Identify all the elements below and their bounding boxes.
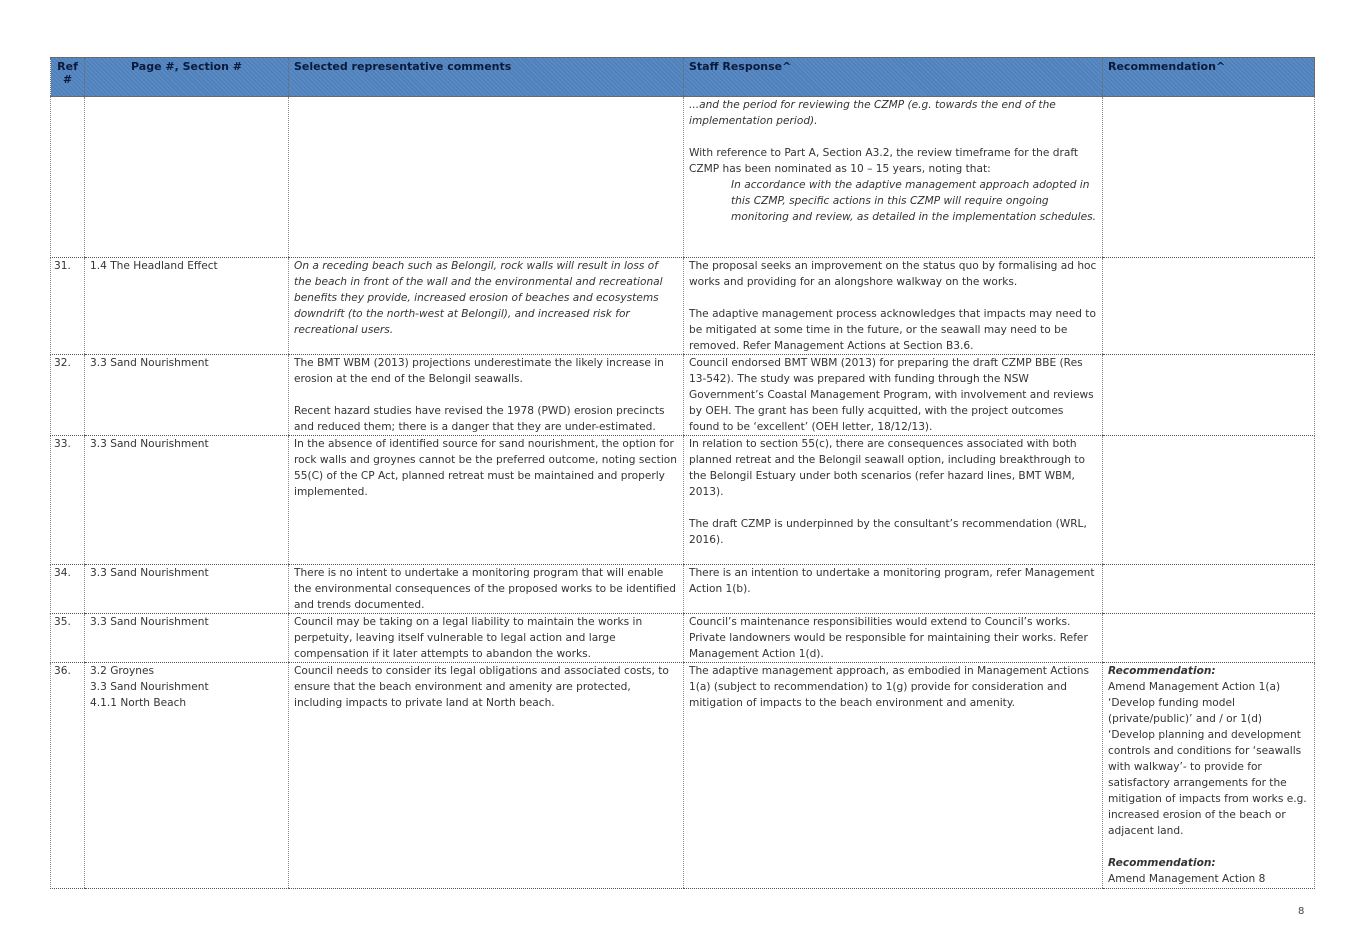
section-line: 3.2 Groynes xyxy=(90,665,155,677)
cell-section: 3.2 Groynes 3.3 Sand Nourishment 4.1.1 N… xyxy=(84,662,289,889)
cell-response: The adaptive management approach, as emb… xyxy=(683,662,1103,889)
cell-comment: The BMT WBM (2013) projections underesti… xyxy=(288,354,684,436)
cell-comment: On a receding beach such as Belongil, ro… xyxy=(288,257,684,355)
comment-paragraph: Council needs to consider its legal obli… xyxy=(294,665,669,709)
cell-recommendation xyxy=(1102,96,1315,258)
comment-paragraph: On a receding beach such as Belongil, ro… xyxy=(294,260,663,336)
cell-response: ...and the period for reviewing the CZMP… xyxy=(683,96,1103,258)
table-row: 32. 3.3 Sand Nourishment The BMT WBM (20… xyxy=(50,354,1315,436)
section-line: 3.3 Sand Nourishment xyxy=(90,616,209,628)
cell-ref: 35. xyxy=(50,613,85,663)
section-line: 3.3 Sand Nourishment xyxy=(90,681,209,693)
section-line: 4.1.1 North Beach xyxy=(90,697,187,709)
header-recommendation: Recommendation^ xyxy=(1102,57,1315,97)
recommendation-heading: Recommendation: xyxy=(1108,857,1216,869)
response-paragraph: The proposal seeks an improvement on the… xyxy=(689,260,1097,288)
cell-response: The proposal seeks an improvement on the… xyxy=(683,257,1103,355)
cell-section: 3.3 Sand Nourishment xyxy=(84,564,289,614)
comment-paragraph: The BMT WBM (2013) projections underesti… xyxy=(294,357,664,385)
table-row: 36. 3.2 Groynes 3.3 Sand Nourishment 4.1… xyxy=(50,662,1315,889)
cell-section xyxy=(84,96,289,258)
cell-section: 3.3 Sand Nourishment xyxy=(84,354,289,436)
cell-comment xyxy=(288,96,684,258)
cell-comment: There is no intent to undertake a monito… xyxy=(288,564,684,614)
cell-comment: Council may be taking on a legal liabili… xyxy=(288,613,684,663)
cell-section: 1.4 The Headland Effect xyxy=(84,257,289,355)
response-paragraph: With reference to Part A, Section A3.2, … xyxy=(689,147,1079,175)
section-line: 3.3 Sand Nourishment xyxy=(90,567,209,579)
header-staff-response: Staff Response^ xyxy=(683,57,1103,97)
comments-table-sheet: Ref # Page #, Section # Selected represe… xyxy=(50,57,1315,889)
table-row: 34. 3.3 Sand Nourishment There is no int… xyxy=(50,564,1315,614)
page-number: 8 xyxy=(1298,906,1305,917)
cell-recommendation: Recommendation: Amend Management Action … xyxy=(1102,662,1315,889)
cell-comment: Council needs to consider its legal obli… xyxy=(288,662,684,889)
cell-response: Council endorsed BMT WBM (2013) for prep… xyxy=(683,354,1103,436)
cell-comment: In the absence of identified source for … xyxy=(288,435,684,565)
cell-recommendation xyxy=(1102,435,1315,565)
table-row: 33. 3.3 Sand Nourishment In the absence … xyxy=(50,435,1315,565)
table-header-row: Ref # Page #, Section # Selected represe… xyxy=(50,57,1315,97)
cell-ref: 33. xyxy=(50,435,85,565)
cell-recommendation xyxy=(1102,613,1315,663)
cell-response: Council’s maintenance responsibilities w… xyxy=(683,613,1103,663)
response-paragraph: Council’s maintenance responsibilities w… xyxy=(689,616,1088,660)
section-line: 3.3 Sand Nourishment xyxy=(90,357,209,369)
recommendation-text: Amend Management Action 1(a) ‘Develop fu… xyxy=(1108,681,1307,837)
response-paragraph: In relation to section 55(c), there are … xyxy=(689,438,1086,498)
cell-recommendation xyxy=(1102,354,1315,436)
recommendation-heading: Recommendation: xyxy=(1108,665,1216,677)
header-comments: Selected representative comments xyxy=(288,57,684,97)
response-paragraph: The adaptive management process acknowle… xyxy=(689,308,1096,352)
comment-paragraph: Council may be taking on a legal liabili… xyxy=(294,616,643,660)
response-paragraph: Council endorsed BMT WBM (2013) for prep… xyxy=(689,357,1094,433)
cell-ref xyxy=(50,96,85,258)
response-quote: In accordance with the adaptive manageme… xyxy=(731,179,1097,223)
table-row: 31. 1.4 The Headland Effect On a recedin… xyxy=(50,257,1315,355)
cell-ref: 36. xyxy=(50,662,85,889)
section-line: 1.4 The Headland Effect xyxy=(90,260,218,272)
section-line: 3.3 Sand Nourishment xyxy=(90,438,209,450)
response-paragraph: The adaptive management approach, as emb… xyxy=(689,665,1089,709)
cell-response: In relation to section 55(c), there are … xyxy=(683,435,1103,565)
response-paragraph: ...and the period for reviewing the CZMP… xyxy=(689,99,1056,127)
header-page-section: Page #, Section # xyxy=(84,57,289,97)
comment-paragraph: In the absence of identified source for … xyxy=(294,438,677,498)
cell-ref: 31. xyxy=(50,257,85,355)
cell-recommendation xyxy=(1102,564,1315,614)
table-row: 35. 3.3 Sand Nourishment Council may be … xyxy=(50,613,1315,663)
table-row-continuation: ...and the period for reviewing the CZMP… xyxy=(50,96,1315,258)
response-paragraph: There is an intention to undertake a mon… xyxy=(689,567,1095,595)
cell-ref: 32. xyxy=(50,354,85,436)
comments-table: Ref # Page #, Section # Selected represe… xyxy=(50,57,1315,889)
response-paragraph: The draft CZMP is underpinned by the con… xyxy=(689,518,1087,546)
recommendation-text: Amend Management Action 8 xyxy=(1108,873,1266,885)
comment-paragraph: Recent hazard studies have revised the 1… xyxy=(294,405,665,433)
cell-section: 3.3 Sand Nourishment xyxy=(84,435,289,565)
header-ref: Ref # xyxy=(50,57,85,97)
cell-recommendation xyxy=(1102,257,1315,355)
comment-paragraph: There is no intent to undertake a monito… xyxy=(294,567,677,611)
cell-response: There is an intention to undertake a mon… xyxy=(683,564,1103,614)
cell-section: 3.3 Sand Nourishment xyxy=(84,613,289,663)
cell-ref: 34. xyxy=(50,564,85,614)
